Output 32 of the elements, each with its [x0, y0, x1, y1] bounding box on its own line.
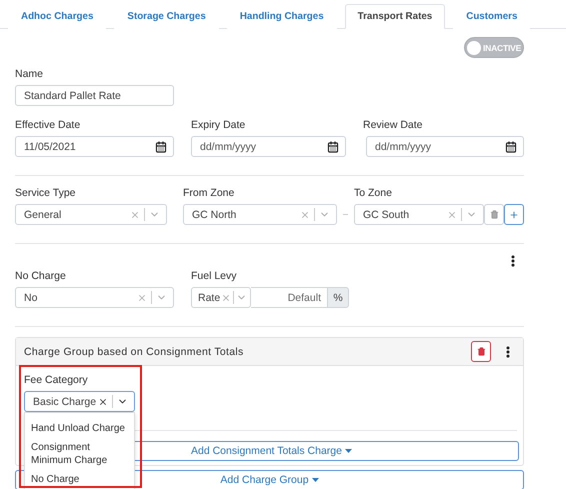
tab[interactable]: Transport Rates	[344, 4, 446, 29]
calendar-icon[interactable]	[327, 140, 339, 152]
menu-option[interactable]: Hand Unload Charge	[25, 419, 134, 438]
card-title: Charge Group based on Consignment Totals	[24, 346, 245, 358]
date-field[interactable]: dd/mm/yyyy	[191, 136, 346, 157]
caret-icon	[312, 478, 319, 482]
unit-label: %	[327, 287, 349, 308]
field-label: Fee Category	[24, 374, 89, 387]
calendar-icon[interactable]	[505, 140, 517, 152]
date-field[interactable]: 11/05/2021	[15, 136, 174, 157]
select-field[interactable]: Basic Charge	[24, 391, 135, 412]
field-label: Effective Date	[15, 119, 82, 132]
trash-icon	[490, 210, 498, 219]
field-label: Name	[15, 68, 44, 81]
caret-icon	[344, 449, 352, 453]
field-label: Fuel Levy	[191, 270, 238, 283]
field-label: To Zone	[354, 187, 393, 200]
field-label: Review Date	[363, 119, 424, 132]
trash-icon	[476, 347, 486, 356]
clear-icon[interactable]	[98, 396, 108, 406]
plus-icon	[509, 210, 519, 220]
field-label: From Zone	[183, 187, 236, 200]
date-field[interactable]: dd/mm/yyyy	[366, 136, 524, 157]
input-field[interactable]: Default	[251, 287, 327, 308]
calendar-icon[interactable]	[155, 140, 167, 152]
input-field[interactable]: Standard Pallet Rate	[15, 85, 174, 106]
field-label: No Charge	[15, 270, 67, 283]
delete-button[interactable]	[471, 341, 491, 362]
field-label: Expiry Date	[191, 119, 246, 132]
menu-option[interactable]: No Charge	[25, 470, 134, 489]
add-button[interactable]	[504, 204, 524, 225]
field-label: Service Type	[15, 187, 77, 200]
